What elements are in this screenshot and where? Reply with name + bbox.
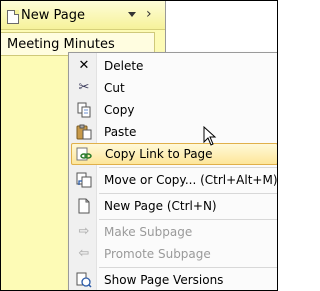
menu-item-new-page[interactable]: New Page (Ctrl+N) [71, 195, 277, 217]
menu-item-show-page-versions[interactable]: Show Page Versions [71, 269, 277, 290]
menu-item-make-subpage[interactable]: ⇨ Make Subpage [71, 221, 277, 243]
page-tab-label: Meeting Minutes [7, 37, 115, 52]
menu-item-label: Show Page Versions [104, 273, 224, 287]
menu-item-label: Make Subpage [104, 225, 193, 239]
menu-separator [99, 219, 277, 220]
indent-icon: ⇨ [78, 224, 90, 239]
copy-icon [76, 102, 92, 118]
new-page-icon [76, 198, 92, 214]
context-menu: ✕ Delete ✂ Cut Copy Paste Copy Link to P… [68, 52, 278, 290]
link-icon [76, 146, 92, 162]
new-page-icon [7, 10, 19, 24]
new-page-bar[interactable]: New Page › [1, 1, 165, 30]
menu-item-copy-link-to-page[interactable]: Copy Link to Page [71, 143, 277, 165]
menu-item-label: Copy Link to Page [105, 147, 213, 161]
menu-item-label: Delete [104, 59, 144, 73]
new-page-label[interactable]: New Page [21, 8, 85, 23]
outdent-icon: ⇦ [78, 246, 90, 261]
menu-separator [99, 267, 277, 268]
versions-icon [76, 272, 92, 288]
menu-item-label: Paste [104, 125, 137, 139]
mouse-pointer-icon [203, 126, 217, 146]
menu-item-cut[interactable]: ✂ Cut [71, 77, 277, 99]
menu-item-paste[interactable]: Paste [71, 121, 277, 143]
menu-item-promote-subpage[interactable]: ⇦ Promote Subpage [71, 243, 277, 265]
menu-item-label: Move or Copy... (Ctrl+Alt+M) [104, 173, 278, 187]
menu-separator [99, 167, 277, 168]
menu-item-copy[interactable]: Copy [71, 99, 277, 121]
paste-icon [76, 124, 92, 140]
dropdown-arrow-icon[interactable] [128, 12, 136, 17]
menu-separator [99, 193, 277, 194]
onenote-window: New Page › Meeting Minutes ✕ Delete ✂ Cu… [0, 0, 278, 291]
move-icon [76, 172, 92, 188]
menu-item-label: New Page (Ctrl+N) [104, 199, 217, 213]
menu-item-move-or-copy[interactable]: Move or Copy... (Ctrl+Alt+M) [71, 169, 278, 191]
scissors-icon: ✂ [78, 80, 90, 95]
menu-item-label: Promote Subpage [104, 247, 211, 261]
close-icon: ✕ [78, 58, 90, 73]
menu-item-label: Cut [104, 81, 125, 95]
chevron-right-icon[interactable]: › [146, 7, 152, 21]
menu-item-label: Copy [104, 103, 135, 117]
menu-item-delete[interactable]: ✕ Delete [71, 55, 277, 77]
